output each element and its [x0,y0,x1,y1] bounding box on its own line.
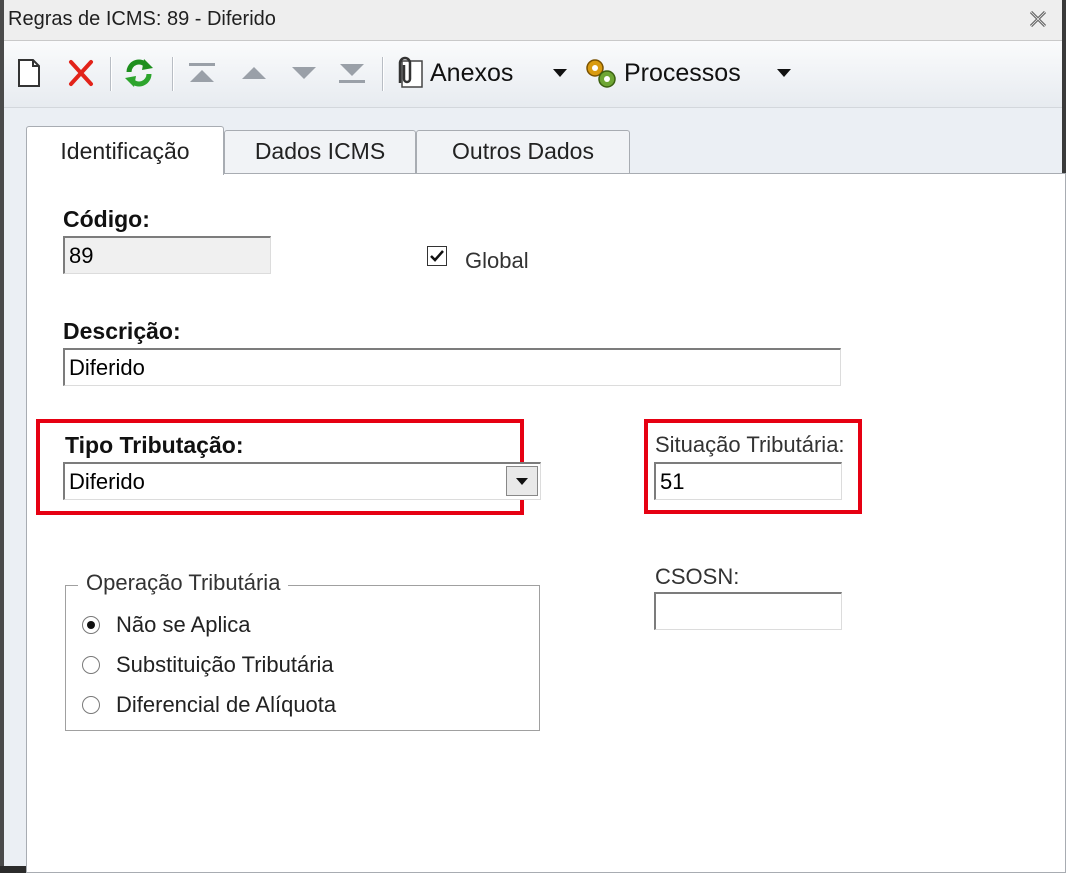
tipo-tributacao-label: Tipo Tributação: [65,432,244,458]
delete-button[interactable] [66,55,96,91]
paperclip-icon [398,56,423,88]
toolbar-separator [172,57,174,91]
toolbar-separator [110,57,112,91]
situacao-tributaria-field[interactable]: 51 [654,462,842,500]
move-bottom-icon [339,64,365,83]
radio-button[interactable] [82,616,100,634]
tab-dados-icms[interactable]: Dados ICMS [224,130,416,174]
operacao-tributaria-group: Operação Tributária Não se Aplica Substi… [65,570,540,731]
codigo-label: Código: [63,206,150,232]
csosn-label: CSOSN: [655,564,740,589]
descricao-field[interactable]: Diferido [63,348,841,386]
radio-label: Não se Aplica [116,612,251,637]
document-icon [18,59,40,87]
tipo-tributacao-dropdown-button[interactable] [506,466,538,496]
move-first-button[interactable] [186,55,218,91]
radio-nao-se-aplica[interactable]: Não se Aplica [82,612,251,638]
radio-diferencial-de-aliquota[interactable]: Diferencial de Alíquota [82,692,336,718]
move-last-button[interactable] [336,55,368,91]
global-label: Global [465,248,529,273]
anexos-button[interactable]: Anexos [392,55,513,91]
close-icon [1029,10,1047,28]
processos-button[interactable]: Processos [582,55,741,91]
move-top-icon [189,63,215,82]
global-checkbox[interactable] [427,246,447,266]
anexos-dropdown-button[interactable] [550,55,570,91]
caret-down-icon [553,69,567,77]
close-button[interactable] [1026,7,1050,31]
chevron-down-icon [516,478,528,485]
icms-rule-window: Regras de ICMS: 89 - Diferido Anexos Pro… [0,0,1066,873]
move-up-button[interactable] [238,55,270,91]
red-x-icon [69,60,93,86]
csosn-field[interactable] [654,592,842,630]
radio-label: Substituição Tributária [116,652,334,677]
processos-label: Processos [624,58,741,87]
tab-outros-dados[interactable]: Outros Dados [416,130,630,174]
tab-identificacao[interactable]: Identificação [26,126,224,175]
toolbar-separator [382,57,384,91]
tipo-tributacao-value: Diferido [69,469,145,494]
move-down-button[interactable] [288,55,320,91]
arrow-down-icon [292,67,316,79]
gears-icon [586,59,616,88]
tipo-tributacao-select[interactable]: Diferido [63,462,541,500]
identificacao-panel: Código: 89 Global Descrição: Diferido Ti… [26,173,1066,873]
title-bar: Regras de ICMS: 89 - Diferido [4,0,1062,41]
checkmark-icon [430,250,444,262]
caret-down-icon [777,69,791,77]
radio-button[interactable] [82,656,100,674]
toolbar: Anexos Processos [4,41,1062,108]
refresh-button[interactable] [122,55,156,91]
anexos-label: Anexos [430,58,514,87]
green-refresh-icon [125,59,153,87]
operacao-tributaria-title: Operação Tributária [78,570,289,596]
radio-substituicao-tributaria[interactable]: Substituição Tributária [82,652,334,678]
window-title: Regras de ICMS: 89 - Diferido [8,8,276,30]
radio-button[interactable] [82,696,100,714]
processos-dropdown-button[interactable] [774,55,794,91]
descricao-label: Descrição: [63,318,181,344]
situacao-tributaria-label: Situação Tributária: [655,432,845,457]
radio-label: Diferencial de Alíquota [116,692,337,717]
arrow-up-icon [242,67,266,79]
new-button[interactable] [14,55,44,91]
codigo-field[interactable]: 89 [63,236,271,274]
